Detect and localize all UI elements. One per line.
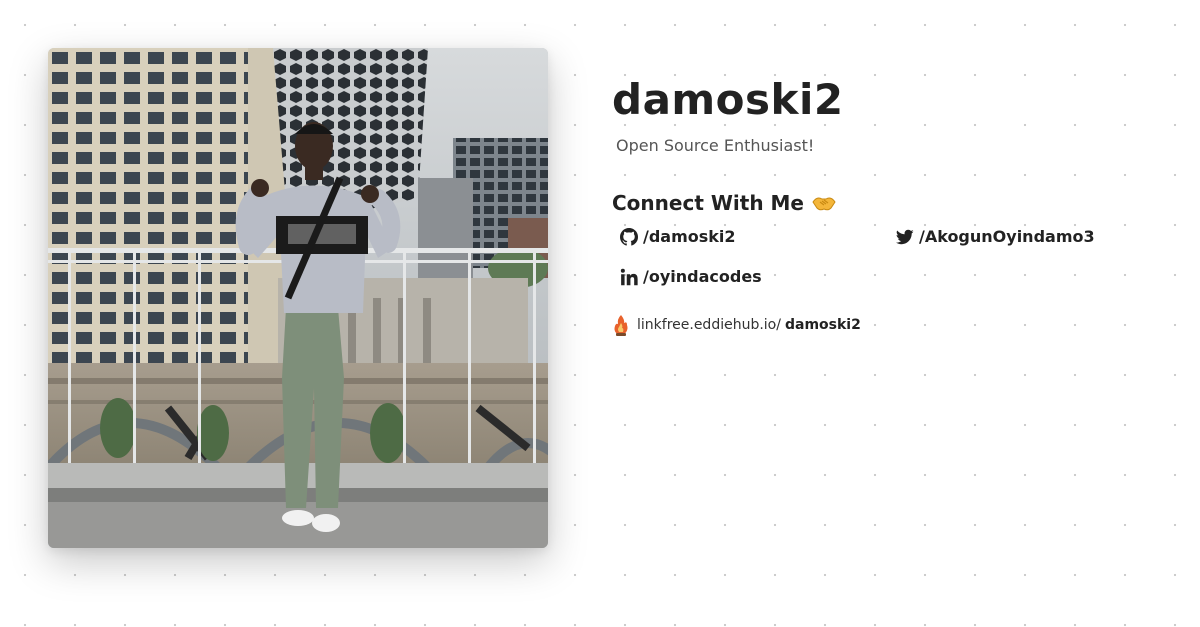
twitter-icon — [896, 229, 914, 245]
twitter-link-label: /AkogunOyindamo3 — [919, 227, 1095, 246]
linkedin-link[interactable]: /oyindacodes — [620, 266, 896, 288]
profile-photo-illustration — [48, 48, 548, 548]
handshake-icon — [812, 197, 836, 211]
social-links: /damoski2 /AkogunOyindamo3 /oyindacodes — [612, 226, 1172, 288]
github-icon — [620, 228, 638, 246]
profile-photo — [48, 48, 548, 548]
twitter-link[interactable]: /AkogunOyindamo3 — [896, 226, 1156, 248]
github-link-label: /damoski2 — [643, 227, 736, 246]
linkfree-url-prefix: linkfree.eddiehub.io/ — [637, 317, 781, 333]
connect-heading: Connect With Me — [612, 190, 1172, 216]
linkedin-icon — [620, 268, 638, 286]
linkedin-link-label: /oyindacodes — [643, 267, 762, 286]
connect-heading-text: Connect With Me — [612, 191, 804, 215]
linkfree-url[interactable]: linkfree.eddiehub.io/ damoski2 — [612, 314, 1172, 336]
linkfree-flame-icon — [614, 315, 628, 336]
linkfree-url-name: damoski2 — [784, 317, 861, 333]
profile-info: damoski2 Open Source Enthusiast! Connect… — [612, 76, 1172, 336]
profile-bio: Open Source Enthusiast! — [616, 136, 815, 155]
github-link[interactable]: /damoski2 — [620, 226, 896, 248]
profile-username: damoski2 — [612, 75, 844, 124]
